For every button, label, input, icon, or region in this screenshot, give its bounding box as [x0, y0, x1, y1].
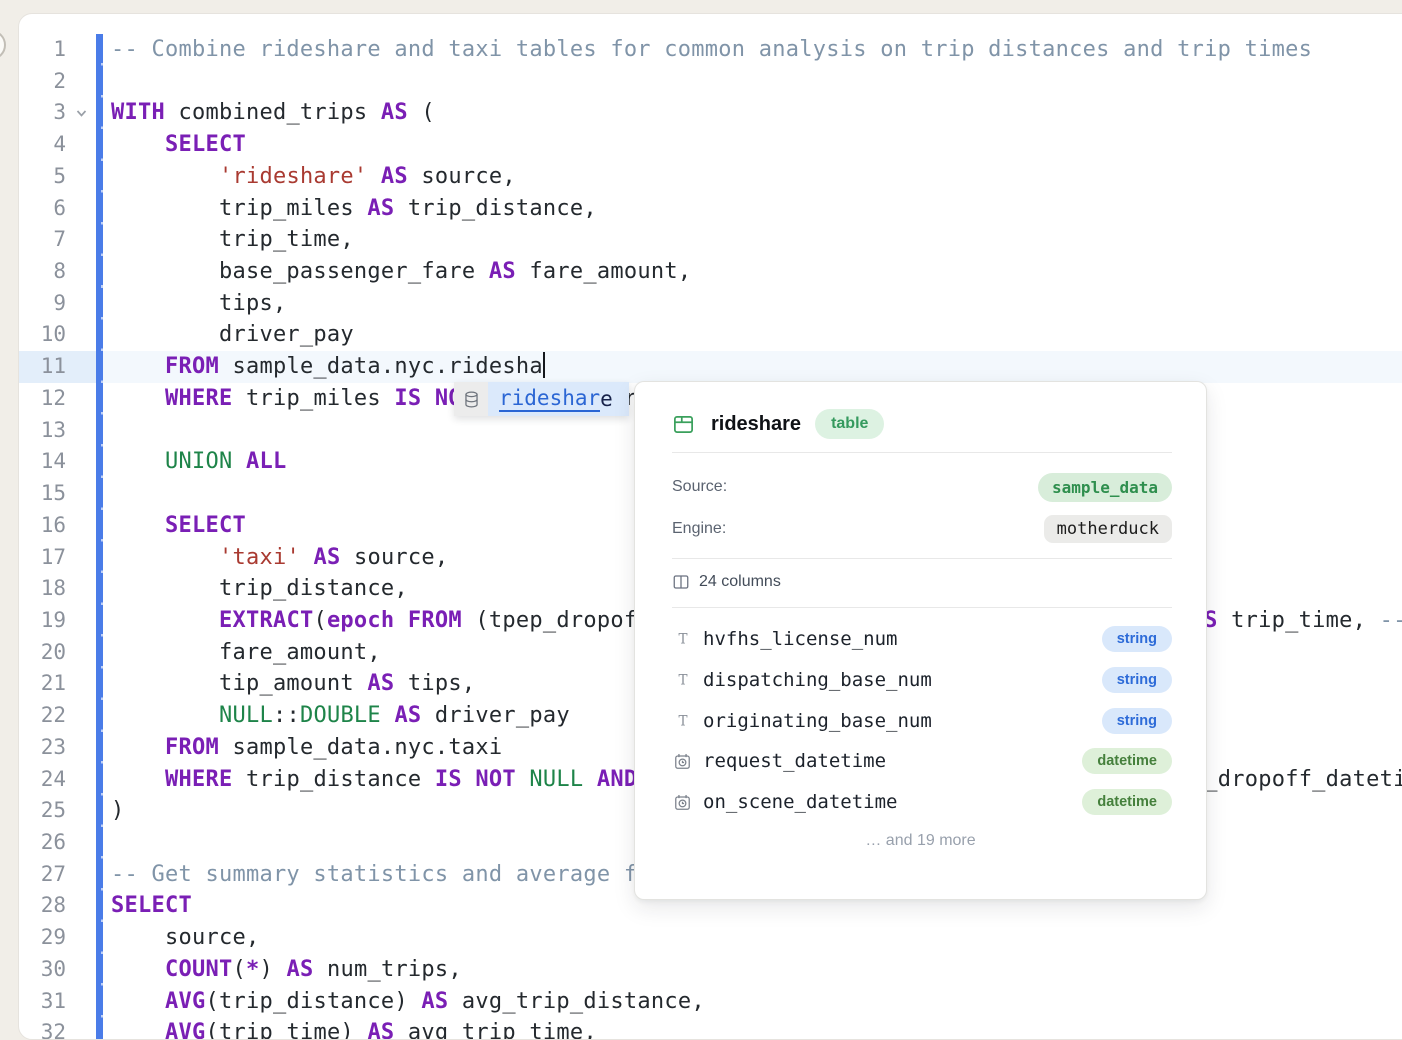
line-number: 17 [19, 542, 66, 574]
sql-editor-panel: 1234567891011121314151617181920212223242… [18, 13, 1402, 1040]
line-number: 20 [19, 637, 66, 669]
source-row: Source: sample_data [672, 471, 1172, 503]
line-number: 16 [19, 510, 66, 542]
table-type-badge: table [815, 409, 884, 439]
code-line[interactable]: AVG(trip_time) AS avg_trip_time, [103, 1017, 1402, 1039]
code-line[interactable]: COUNT(*) AS num_trips, [103, 954, 1402, 986]
source-value-badge: sample_data [1038, 473, 1172, 502]
column-list-item: request_datetime datetime [672, 741, 1172, 782]
table-icon [672, 413, 695, 436]
code-line[interactable]: tips, [103, 288, 1402, 320]
svg-text:T: T [678, 713, 687, 729]
line-number: 2 [19, 66, 66, 98]
columns-count-label: 24 columns [699, 573, 781, 591]
line-number: 11 [19, 351, 66, 383]
line-number: 6 [19, 193, 66, 225]
line-number: 12 [19, 383, 66, 415]
code-line[interactable]: -- Combine rideshare and taxi tables for… [103, 34, 1402, 66]
line-number: 27 [19, 859, 66, 891]
line-number: 10 [19, 319, 66, 351]
column-list-item: Tdispatching_base_num string [672, 660, 1172, 701]
line-number: 19 [19, 605, 66, 637]
line-number: 5 [19, 161, 66, 193]
svg-text:T: T [678, 632, 687, 648]
collapsed-panel-toggle[interactable] [0, 30, 6, 60]
engine-value-badge: motherduck [1044, 515, 1172, 543]
line-number: 15 [19, 478, 66, 510]
code-line[interactable]: source, [103, 922, 1402, 954]
datetime-type-icon [672, 752, 693, 771]
column-name: originating_base_num [703, 710, 932, 732]
line-number: 8 [19, 256, 66, 288]
database-icon [454, 382, 488, 416]
line-number: 31 [19, 986, 66, 1018]
text-type-icon: T [672, 630, 693, 648]
column-name: dispatching_base_num [703, 669, 932, 691]
autocomplete-item-rideshare[interactable]: rideshare [488, 382, 629, 416]
more-columns-label: … and 19 more [635, 832, 1206, 850]
line-number-gutter: 1234567891011121314151617181920212223242… [19, 34, 96, 1040]
code-line[interactable] [103, 66, 1402, 98]
line-number: 30 [19, 954, 66, 986]
text-cursor [543, 352, 545, 378]
autocomplete-rest: e [600, 387, 613, 411]
column-type-badge: string [1102, 708, 1172, 734]
engine-label: Engine: [672, 520, 726, 538]
line-number: 13 [19, 415, 66, 447]
column-list: Thvfhs_license_numstringTdispatching_bas… [672, 619, 1172, 822]
column-type-badge: string [1102, 667, 1172, 693]
line-number: 24 [19, 764, 66, 796]
table-info-tooltip: rideshare table Source: sample_data Engi… [634, 381, 1207, 900]
code-line[interactable]: 'rideshare' AS source, [103, 161, 1402, 193]
line-number: 9 [19, 288, 66, 320]
columns-summary: 24 columns [672, 568, 781, 596]
column-list-item: on_scene_datetime datetime [672, 782, 1172, 823]
line-number: 3 [19, 97, 66, 129]
line-number: 1 [19, 34, 66, 66]
autocomplete-popup: rideshare [454, 382, 629, 416]
code-line[interactable]: trip_miles AS trip_distance, [103, 193, 1402, 225]
column-type-badge: datetime [1082, 748, 1172, 774]
fold-chevron-icon[interactable] [66, 97, 96, 129]
line-number: 18 [19, 573, 66, 605]
line-number: 21 [19, 668, 66, 700]
source-label: Source: [672, 478, 727, 496]
code-line[interactable]: base_passenger_fare AS fare_amount, [103, 256, 1402, 288]
line-number: 32 [19, 1017, 66, 1040]
code-line[interactable]: FROM sample_data.nyc.ridesha [103, 351, 1402, 383]
column-type-badge: string [1102, 626, 1172, 652]
text-type-icon: T [672, 671, 693, 689]
line-number: 7 [19, 224, 66, 256]
tooltip-title: rideshare [711, 413, 801, 436]
column-name: on_scene_datetime [703, 791, 897, 813]
column-name: hvfhs_license_num [703, 628, 897, 650]
columns-icon [672, 573, 690, 591]
line-number: 29 [19, 922, 66, 954]
code-line[interactable]: driver_pay [103, 319, 1402, 351]
line-number: 25 [19, 795, 66, 827]
line-number: 28 [19, 890, 66, 922]
column-type-badge: datetime [1082, 789, 1172, 815]
datetime-type-icon [672, 793, 693, 812]
column-list-item: Toriginating_base_num string [672, 700, 1172, 741]
column-name: request_datetime [703, 750, 886, 772]
autocomplete-match: rideshar [499, 386, 600, 412]
code-line[interactable]: trip_time, [103, 224, 1402, 256]
line-number: 22 [19, 700, 66, 732]
text-type-icon: T [672, 712, 693, 730]
column-list-item: Thvfhs_license_num string [672, 619, 1172, 660]
line-number: 23 [19, 732, 66, 764]
svg-text:T: T [678, 673, 687, 689]
line-number: 4 [19, 129, 66, 161]
line-number: 26 [19, 827, 66, 859]
line-number: 14 [19, 446, 66, 478]
code-line[interactable]: SELECT [103, 129, 1402, 161]
code-line[interactable]: AVG(trip_distance) AS avg_trip_distance, [103, 986, 1402, 1018]
engine-row: Engine: motherduck [672, 513, 1172, 545]
code-line[interactable]: WITH combined_trips AS ( [103, 97, 1402, 129]
